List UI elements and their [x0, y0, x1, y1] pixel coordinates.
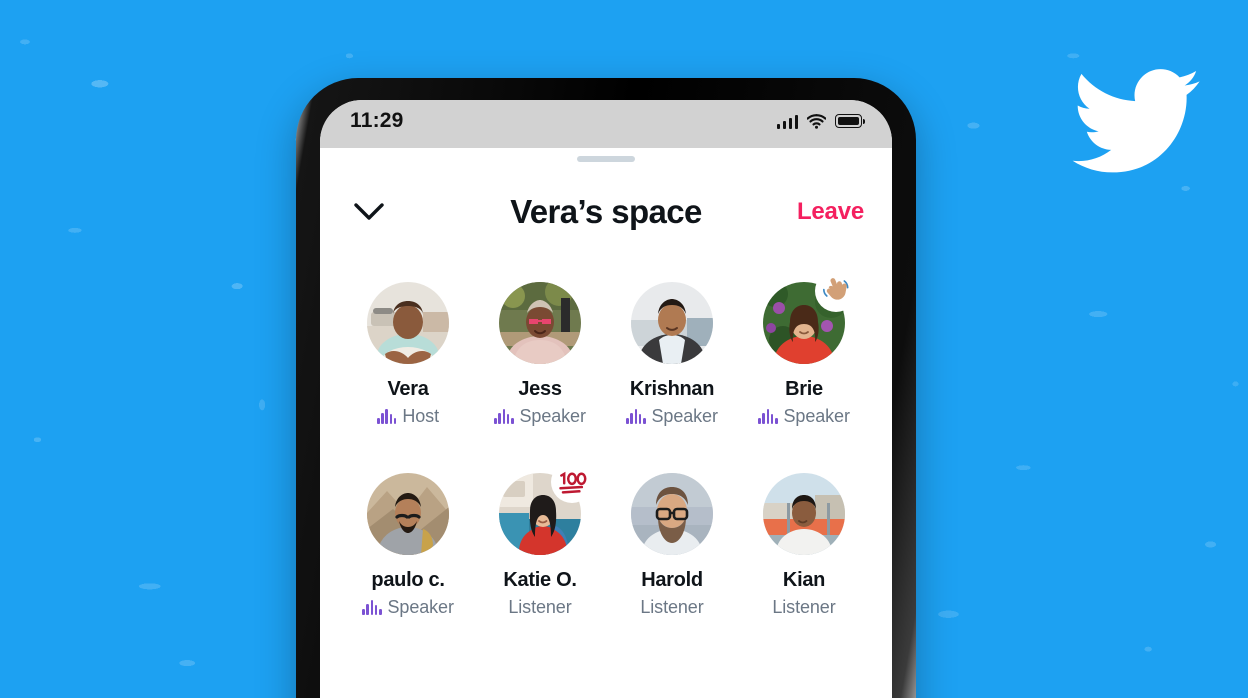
participant-name: Jess	[518, 378, 562, 400]
participant-name: Harold	[641, 569, 703, 591]
chevron-down-icon[interactable]	[348, 191, 390, 233]
participant-role-row: Speaker	[494, 406, 586, 427]
phone-device-frame: 11:29 Vera’s space Leave Vera Host Jess …	[296, 78, 916, 698]
avatar	[499, 282, 581, 364]
avatar	[367, 282, 449, 364]
participants-grid: Vera Host Jess Speaker Krishnan Speaker	[320, 244, 892, 618]
avatar-wrapper	[499, 461, 593, 555]
avatar-wrapper	[367, 282, 449, 364]
participant-role-row: Host	[377, 406, 439, 427]
wifi-icon	[807, 113, 826, 129]
status-bar-time: 11:29	[350, 109, 404, 132]
avatar	[763, 473, 845, 555]
participant-name: Brie	[785, 378, 823, 400]
participant-role: Speaker	[519, 406, 586, 426]
participant-name: Krishnan	[629, 378, 715, 400]
phone-screen: 11:29 Vera’s space Leave Vera Host Jess …	[320, 100, 892, 698]
participant-name: Kian	[782, 569, 826, 591]
participant-role: Listener	[640, 597, 704, 617]
status-bar: 11:29	[320, 100, 892, 148]
participant-role-row: Speaker	[626, 406, 718, 427]
participant-role-row: Speaker	[362, 597, 454, 618]
participant-krishnan[interactable]: Krishnan Speaker	[606, 282, 738, 427]
speaking-waveform-icon	[626, 409, 646, 424]
speaking-waveform-icon	[377, 409, 397, 424]
avatar-wrapper	[763, 270, 857, 364]
avatar	[631, 282, 713, 364]
avatar	[631, 473, 713, 555]
avatar-wrapper	[631, 473, 713, 555]
participant-name: Vera	[387, 378, 429, 400]
avatar-wrapper	[367, 473, 449, 555]
participant-name: paulo c.	[371, 569, 445, 591]
participant-kian[interactable]: Kian Listener	[738, 473, 870, 618]
waving-hand-icon	[815, 270, 857, 312]
avatar	[367, 473, 449, 555]
space-sheet: Vera’s space Leave Vera Host Jess Speaker	[320, 156, 892, 698]
participant-role: Listener	[772, 597, 836, 617]
battery-icon	[835, 114, 865, 128]
avatar-wrapper	[763, 473, 845, 555]
participant-paulo-c[interactable]: paulo c. Speaker	[342, 473, 474, 618]
sheet-drag-handle[interactable]	[577, 156, 635, 162]
participant-role-row: Listener	[772, 597, 835, 618]
participant-role: Host	[402, 406, 439, 426]
avatar-wrapper	[631, 282, 713, 364]
participant-role: Speaker	[783, 406, 850, 426]
participant-role: Speaker	[387, 597, 454, 617]
avatar-wrapper	[499, 282, 581, 364]
participant-name: Katie O.	[503, 569, 577, 591]
participant-harold[interactable]: Harold Listener	[606, 473, 738, 618]
hundred-points-icon	[551, 461, 593, 503]
screenshot-canvas: 11:29 Vera’s space Leave Vera Host Jess …	[0, 0, 1248, 698]
speaking-waveform-icon	[494, 409, 514, 424]
status-bar-icons	[776, 113, 865, 129]
participant-role-row: Listener	[508, 597, 571, 618]
participant-brie[interactable]: Brie Speaker	[738, 270, 870, 427]
speaking-waveform-icon	[758, 409, 778, 424]
speaking-waveform-icon	[362, 600, 382, 615]
participant-role-row: Speaker	[758, 406, 850, 427]
participant-role-row: Listener	[640, 597, 703, 618]
participant-katie-o[interactable]: Katie O. Listener	[474, 461, 606, 618]
twitter-bird-logo	[1072, 68, 1200, 174]
space-header: Vera’s space Leave	[320, 180, 892, 244]
participant-role: Listener	[508, 597, 572, 617]
cellular-signal-icon	[776, 114, 798, 129]
participant-vera[interactable]: Vera Host	[342, 282, 474, 427]
participant-role: Speaker	[651, 406, 718, 426]
participant-jess[interactable]: Jess Speaker	[474, 282, 606, 427]
leave-button[interactable]: Leave	[797, 198, 864, 226]
